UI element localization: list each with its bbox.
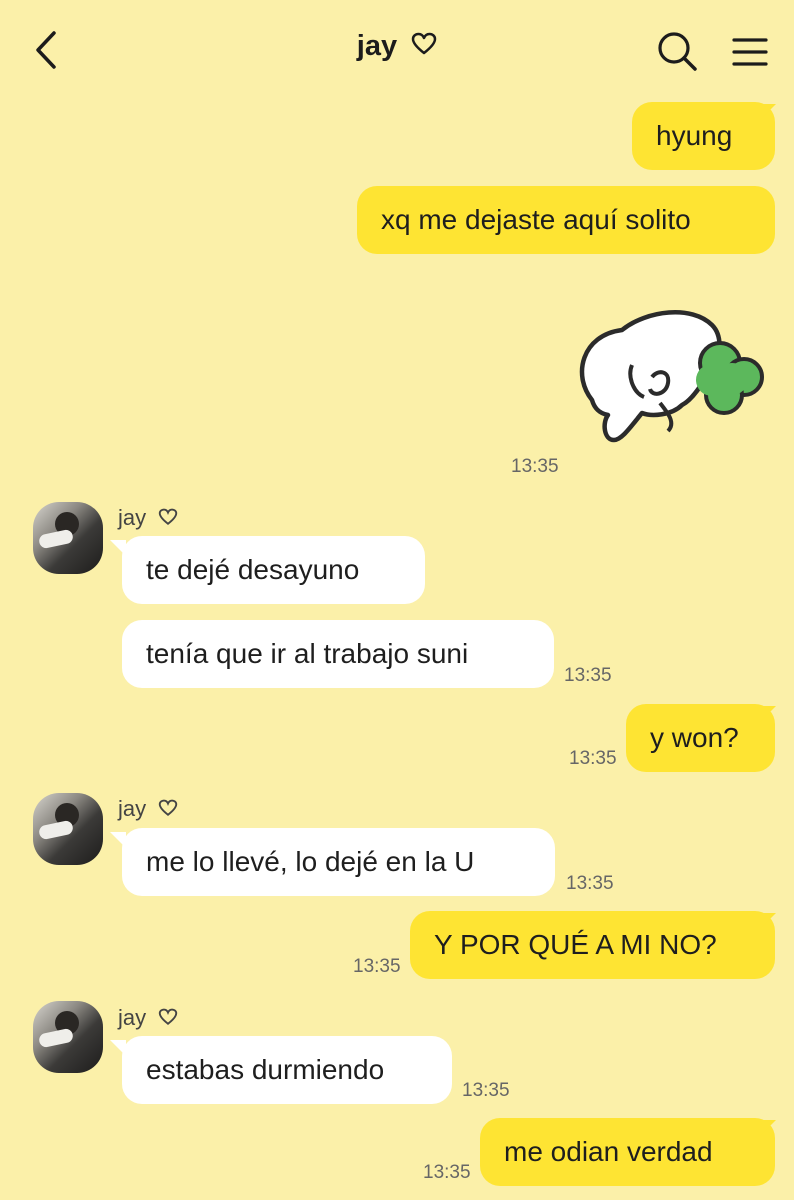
- message-text: estabas durmiendo: [146, 1054, 385, 1085]
- chat-title-text: jay: [356, 30, 398, 62]
- bubble-tail: [760, 706, 776, 722]
- search-icon: [658, 32, 697, 71]
- sender-name: jay: [118, 796, 178, 823]
- message-time: 13:35: [566, 873, 614, 894]
- their-message-bubble[interactable]: tenía que ir al trabajo suni: [122, 620, 554, 688]
- message-text: tenía que ir al trabajo suni: [146, 638, 469, 669]
- message-time: 13:35: [353, 956, 401, 977]
- their-message-bubble[interactable]: te dejé desayuno: [122, 536, 425, 604]
- my-message-bubble[interactable]: Y POR QUÉ A MI NO?: [410, 911, 775, 979]
- message-text: me lo llevé, lo dejé en la U: [146, 846, 475, 877]
- their-message-bubble[interactable]: estabas durmiendo: [122, 1036, 452, 1104]
- message-text: hyung: [656, 120, 733, 151]
- bubble-tail: [760, 913, 776, 929]
- message-time: 13:35: [423, 1162, 471, 1183]
- bubble-tail: [110, 832, 126, 848]
- hamburger-menu-icon: [732, 38, 768, 66]
- message-text: y won?: [650, 722, 739, 753]
- search-button[interactable]: [654, 28, 700, 74]
- bubble-tail: [110, 1040, 126, 1056]
- message-text: te dejé desayuno: [146, 554, 360, 585]
- message-time: 13:35: [564, 665, 612, 686]
- bubble-tail: [760, 104, 776, 120]
- sender-name: jay: [118, 505, 178, 532]
- message-time: 13:35: [462, 1080, 510, 1101]
- heart-icon: [158, 506, 178, 532]
- menu-button[interactable]: [728, 30, 772, 74]
- my-message-bubble[interactable]: me odian verdad: [480, 1118, 775, 1186]
- leaf-icon: [696, 341, 764, 415]
- sticker[interactable]: [572, 305, 767, 450]
- bubble-tail: [110, 540, 126, 556]
- avatar[interactable]: [33, 793, 103, 865]
- sender-name: jay: [118, 1005, 178, 1032]
- message-text: me odian verdad: [504, 1136, 713, 1167]
- heart-icon: [158, 1006, 178, 1032]
- message-time: 13:35: [511, 456, 559, 477]
- my-message-bubble[interactable]: hyung: [632, 102, 775, 170]
- their-message-bubble[interactable]: me lo llevé, lo dejé en la U: [122, 828, 555, 896]
- bubble-tail: [760, 1120, 776, 1136]
- heart-icon: [411, 31, 437, 64]
- message-text: xq me dejaste aquí solito: [381, 204, 691, 235]
- my-message-bubble[interactable]: xq me dejaste aquí solito: [357, 186, 775, 254]
- avatar[interactable]: [33, 1001, 103, 1073]
- message-time: 13:35: [569, 748, 617, 769]
- avatar[interactable]: [33, 502, 103, 574]
- heart-icon: [158, 797, 178, 823]
- sleeping-bunny-sticker: [579, 310, 764, 443]
- message-text: Y POR QUÉ A MI NO?: [434, 929, 717, 960]
- my-message-bubble[interactable]: y won?: [626, 704, 775, 772]
